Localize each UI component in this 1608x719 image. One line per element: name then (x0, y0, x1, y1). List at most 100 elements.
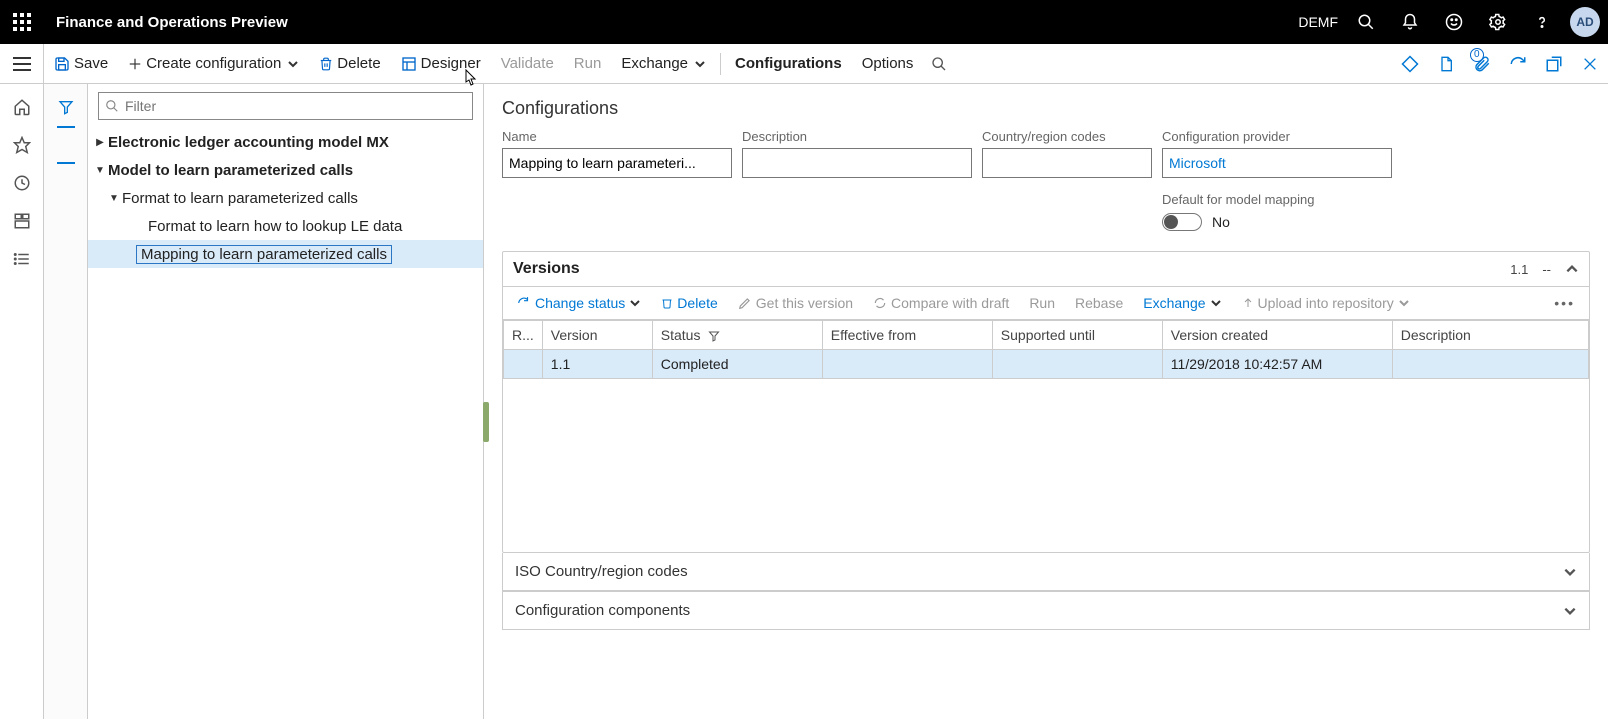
cell-version[interactable]: 1.1 (542, 350, 652, 379)
popout-button[interactable] (1536, 44, 1572, 84)
nav-workspaces-button[interactable] (0, 202, 44, 240)
row-selector[interactable] (504, 350, 543, 379)
funnel-icon (708, 330, 720, 342)
get-version-label: Get this version (756, 295, 853, 311)
iso-codes-fasttab[interactable]: ISO Country/region codes (502, 553, 1590, 591)
cell-created[interactable]: 11/29/2018 10:42:57 AM (1162, 350, 1392, 379)
refresh-button[interactable] (1500, 44, 1536, 84)
tree-node[interactable]: ▼ Model to learn parameterized calls (88, 156, 483, 184)
more-actions-button[interactable]: ••• (1546, 291, 1583, 315)
rebase-button[interactable]: Rebase (1067, 291, 1131, 315)
tree-node[interactable]: Format to learn how to lookup LE data (88, 212, 483, 240)
user-avatar[interactable]: AD (1570, 7, 1600, 37)
versions-exchange-label: Exchange (1143, 295, 1205, 311)
run-label: Run (574, 55, 602, 72)
compare-button[interactable]: Compare with draft (865, 291, 1017, 315)
find-button[interactable] (923, 44, 955, 84)
chevron-down-icon (1398, 297, 1410, 309)
search-icon (931, 56, 947, 72)
versions-run-button[interactable]: Run (1021, 291, 1063, 315)
iso-codes-title: ISO Country/region codes (515, 563, 688, 580)
tree-filter[interactable] (98, 92, 473, 120)
nav-modules-button[interactable] (0, 240, 44, 278)
tree-node-label: Electronic ledger accounting model MX (108, 134, 389, 151)
tree-node-label: Format to learn how to lookup LE data (148, 218, 402, 235)
collapse-icon[interactable]: ▼ (106, 193, 122, 204)
nav-recent-button[interactable] (0, 164, 44, 202)
diamond-icon (1401, 55, 1419, 73)
versions-exchange-button[interactable]: Exchange (1135, 291, 1229, 315)
chevron-down-icon (1210, 297, 1222, 309)
col-created[interactable]: Version created (1162, 321, 1392, 350)
splitter-handle[interactable] (483, 402, 489, 442)
options-tab[interactable]: Options (852, 44, 924, 84)
codes-input[interactable] (982, 148, 1152, 178)
col-effective[interactable]: Effective from (822, 321, 992, 350)
attachments-button[interactable]: 0 (1464, 44, 1500, 84)
col-description[interactable]: Description (1392, 321, 1588, 350)
configurations-tab[interactable]: Configurations (725, 44, 852, 84)
validate-button[interactable]: Validate (491, 44, 564, 84)
collapse-icon[interactable] (1565, 262, 1579, 276)
exchange-button[interactable]: Exchange (611, 44, 716, 84)
cell-status[interactable]: Completed (652, 350, 822, 379)
col-status[interactable]: Status (652, 321, 822, 350)
notifications-button[interactable] (1388, 0, 1432, 44)
cell-description[interactable] (1392, 350, 1588, 379)
cell-effective[interactable] (822, 350, 992, 379)
versions-delete-label: Delete (677, 295, 717, 311)
versions-fasttab: Versions 1.1 -- Change status Delete Get (502, 251, 1590, 553)
open-in-office-button[interactable] (1428, 44, 1464, 84)
nav-favorites-button[interactable] (0, 126, 44, 164)
list-view-button[interactable] (44, 126, 88, 164)
separator (720, 53, 721, 75)
col-rev[interactable]: R... (504, 321, 543, 350)
col-version[interactable]: Version (542, 321, 652, 350)
get-version-button[interactable]: Get this version (730, 291, 861, 315)
tree-node-selected[interactable]: Mapping to learn parameterized calls (88, 240, 483, 268)
app-launcher-button[interactable] (0, 0, 44, 44)
versions-delete-button[interactable]: Delete (653, 291, 725, 315)
settings-button[interactable] (1476, 0, 1520, 44)
nav-home-button[interactable] (0, 88, 44, 126)
create-configuration-button[interactable]: Create configuration (118, 44, 309, 84)
filter-pane-button[interactable] (44, 88, 88, 126)
col-supported[interactable]: Supported until (992, 321, 1162, 350)
tree-node[interactable]: ▶ Electronic ledger accounting model MX (88, 128, 483, 156)
related-info-button[interactable] (1392, 44, 1428, 84)
change-status-button[interactable]: Change status (509, 291, 649, 315)
attachments-badge: 0 (1470, 48, 1484, 62)
grid-row[interactable]: 1.1 Completed 11/29/2018 10:42:57 AM (504, 350, 1589, 379)
delete-button[interactable]: Delete (309, 44, 390, 84)
expand-icon[interactable]: ▶ (92, 137, 108, 148)
star-icon (13, 136, 31, 154)
field-country-codes: Country/region codes (982, 129, 1152, 178)
description-input[interactable] (742, 148, 972, 178)
search-icon (1357, 13, 1375, 31)
global-search-button[interactable] (1344, 0, 1388, 44)
grid-hscroll[interactable] (503, 540, 1589, 552)
nav-toggle-button[interactable] (0, 44, 44, 84)
configurations-section-title: Configurations (502, 98, 1590, 119)
cell-supported[interactable] (992, 350, 1162, 379)
versions-header[interactable]: Versions 1.1 -- (503, 252, 1589, 287)
tree-filter-input[interactable] (123, 97, 466, 115)
provider-input[interactable] (1162, 148, 1392, 178)
components-fasttab[interactable]: Configuration components (502, 591, 1590, 630)
upload-icon (1242, 296, 1254, 310)
save-button[interactable]: Save (44, 44, 118, 84)
designer-button[interactable]: Designer (391, 44, 491, 84)
collapse-icon[interactable]: ▼ (92, 165, 108, 176)
tree-node[interactable]: ▼ Format to learn parameterized calls (88, 184, 483, 212)
compare-label: Compare with draft (891, 295, 1009, 311)
field-name: Name (502, 129, 732, 178)
versions-summary-version: 1.1 (1510, 262, 1528, 277)
feedback-button[interactable] (1432, 0, 1476, 44)
close-button[interactable] (1572, 44, 1608, 84)
rebase-label: Rebase (1075, 295, 1123, 311)
default-toggle[interactable] (1162, 213, 1202, 231)
name-input[interactable] (502, 148, 732, 178)
help-button[interactable] (1520, 0, 1564, 44)
upload-repo-button[interactable]: Upload into repository (1234, 291, 1418, 315)
run-button[interactable]: Run (564, 44, 612, 84)
